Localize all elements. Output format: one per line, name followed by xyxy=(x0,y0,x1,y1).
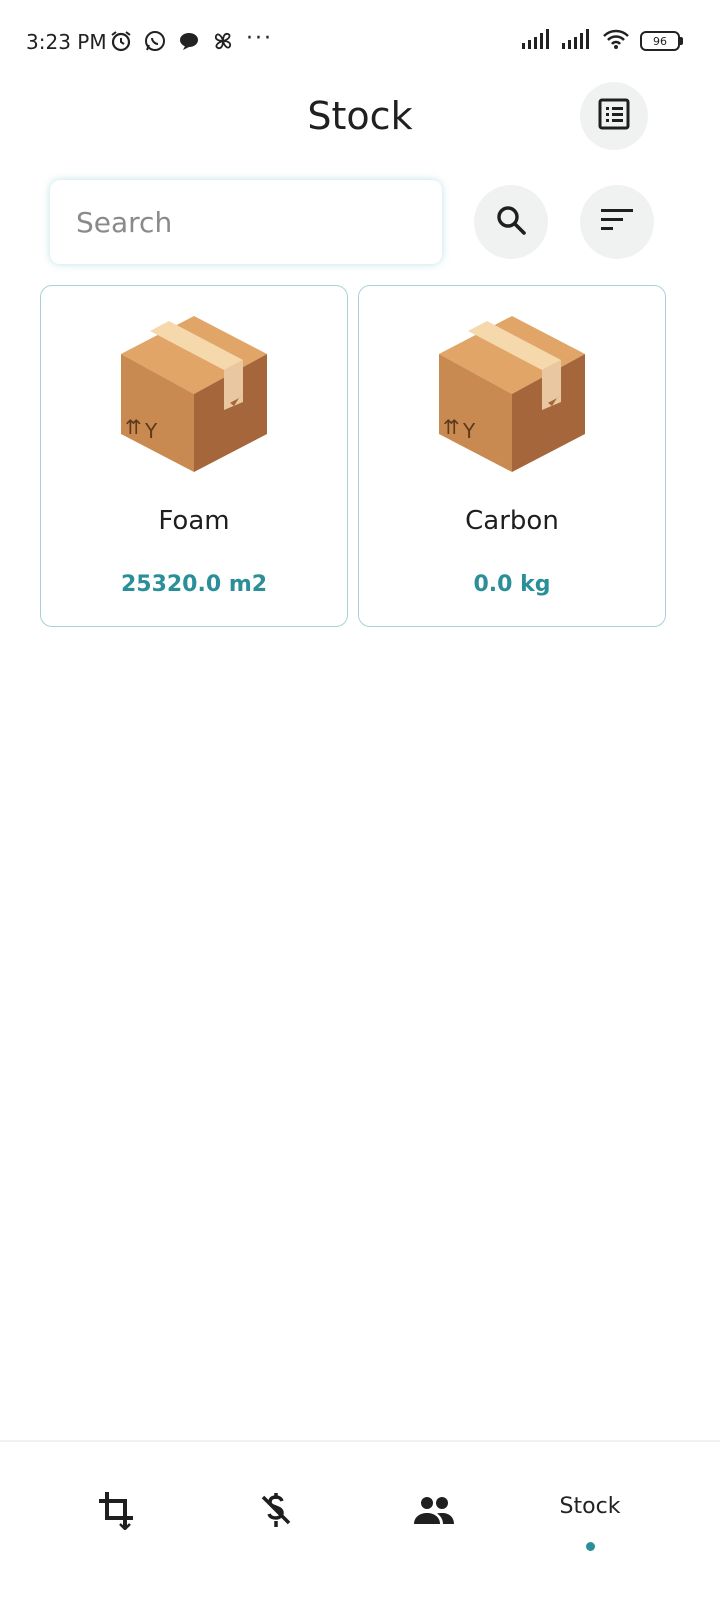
people-icon xyxy=(413,1494,455,1530)
search-button[interactable] xyxy=(474,185,548,259)
signal-icon xyxy=(562,29,592,53)
status-notifications xyxy=(108,28,236,54)
report-icon xyxy=(597,97,631,135)
item-quantity: 0.0 kg xyxy=(473,572,551,597)
search-input[interactable] xyxy=(50,180,442,264)
signal-icon xyxy=(522,29,552,53)
crop-icon xyxy=(96,1490,136,1534)
battery-level: 96 xyxy=(653,34,667,48)
box-icon: ⇈ Y xyxy=(437,312,587,472)
chat-icon xyxy=(176,28,202,54)
search-icon xyxy=(494,203,528,241)
sort-button[interactable] xyxy=(580,185,654,259)
box-icon: ⇈ Y xyxy=(119,312,269,472)
nav-item-people[interactable] xyxy=(404,1482,464,1542)
item-name: Carbon xyxy=(465,506,559,536)
status-bar: 3:23 PM ··· 96 xyxy=(0,0,720,86)
nav-item-payments[interactable] xyxy=(246,1482,306,1542)
item-quantity: 25320.0 m2 xyxy=(120,572,268,597)
sort-icon xyxy=(600,207,634,237)
stock-item-card[interactable]: ⇈ Y Carbon 0.0 kg xyxy=(358,285,666,627)
alarm-icon xyxy=(108,28,134,54)
status-time: 3:23 PM xyxy=(26,30,107,54)
svg-text:Y: Y xyxy=(144,419,158,443)
more-icon: ··· xyxy=(246,26,273,51)
svg-text:Y: Y xyxy=(462,419,476,443)
stock-screen: 3:23 PM ··· 96 Stock Search ⇈ Y Foam 253… xyxy=(0,0,720,1600)
svg-text:⇈: ⇈ xyxy=(125,415,142,439)
item-name: Foam xyxy=(158,506,230,536)
bottom-navigation: Stock xyxy=(0,1440,720,1600)
money-off-icon xyxy=(256,1490,296,1534)
whatsapp-icon xyxy=(142,28,168,54)
svg-text:⇈: ⇈ xyxy=(443,415,460,439)
status-system-icons: 96 xyxy=(522,28,683,54)
search-box xyxy=(50,180,442,264)
wifi-icon xyxy=(602,28,630,54)
stock-item-card[interactable]: ⇈ Y Foam 25320.0 m2 xyxy=(40,285,348,627)
active-indicator xyxy=(586,1542,595,1551)
nav-item-stock[interactable]: Stock xyxy=(530,1494,650,1519)
pinwheel-icon xyxy=(210,28,236,54)
nav-item-crop[interactable] xyxy=(86,1482,146,1542)
battery-icon: 96 xyxy=(640,31,683,51)
report-button[interactable] xyxy=(580,82,648,150)
